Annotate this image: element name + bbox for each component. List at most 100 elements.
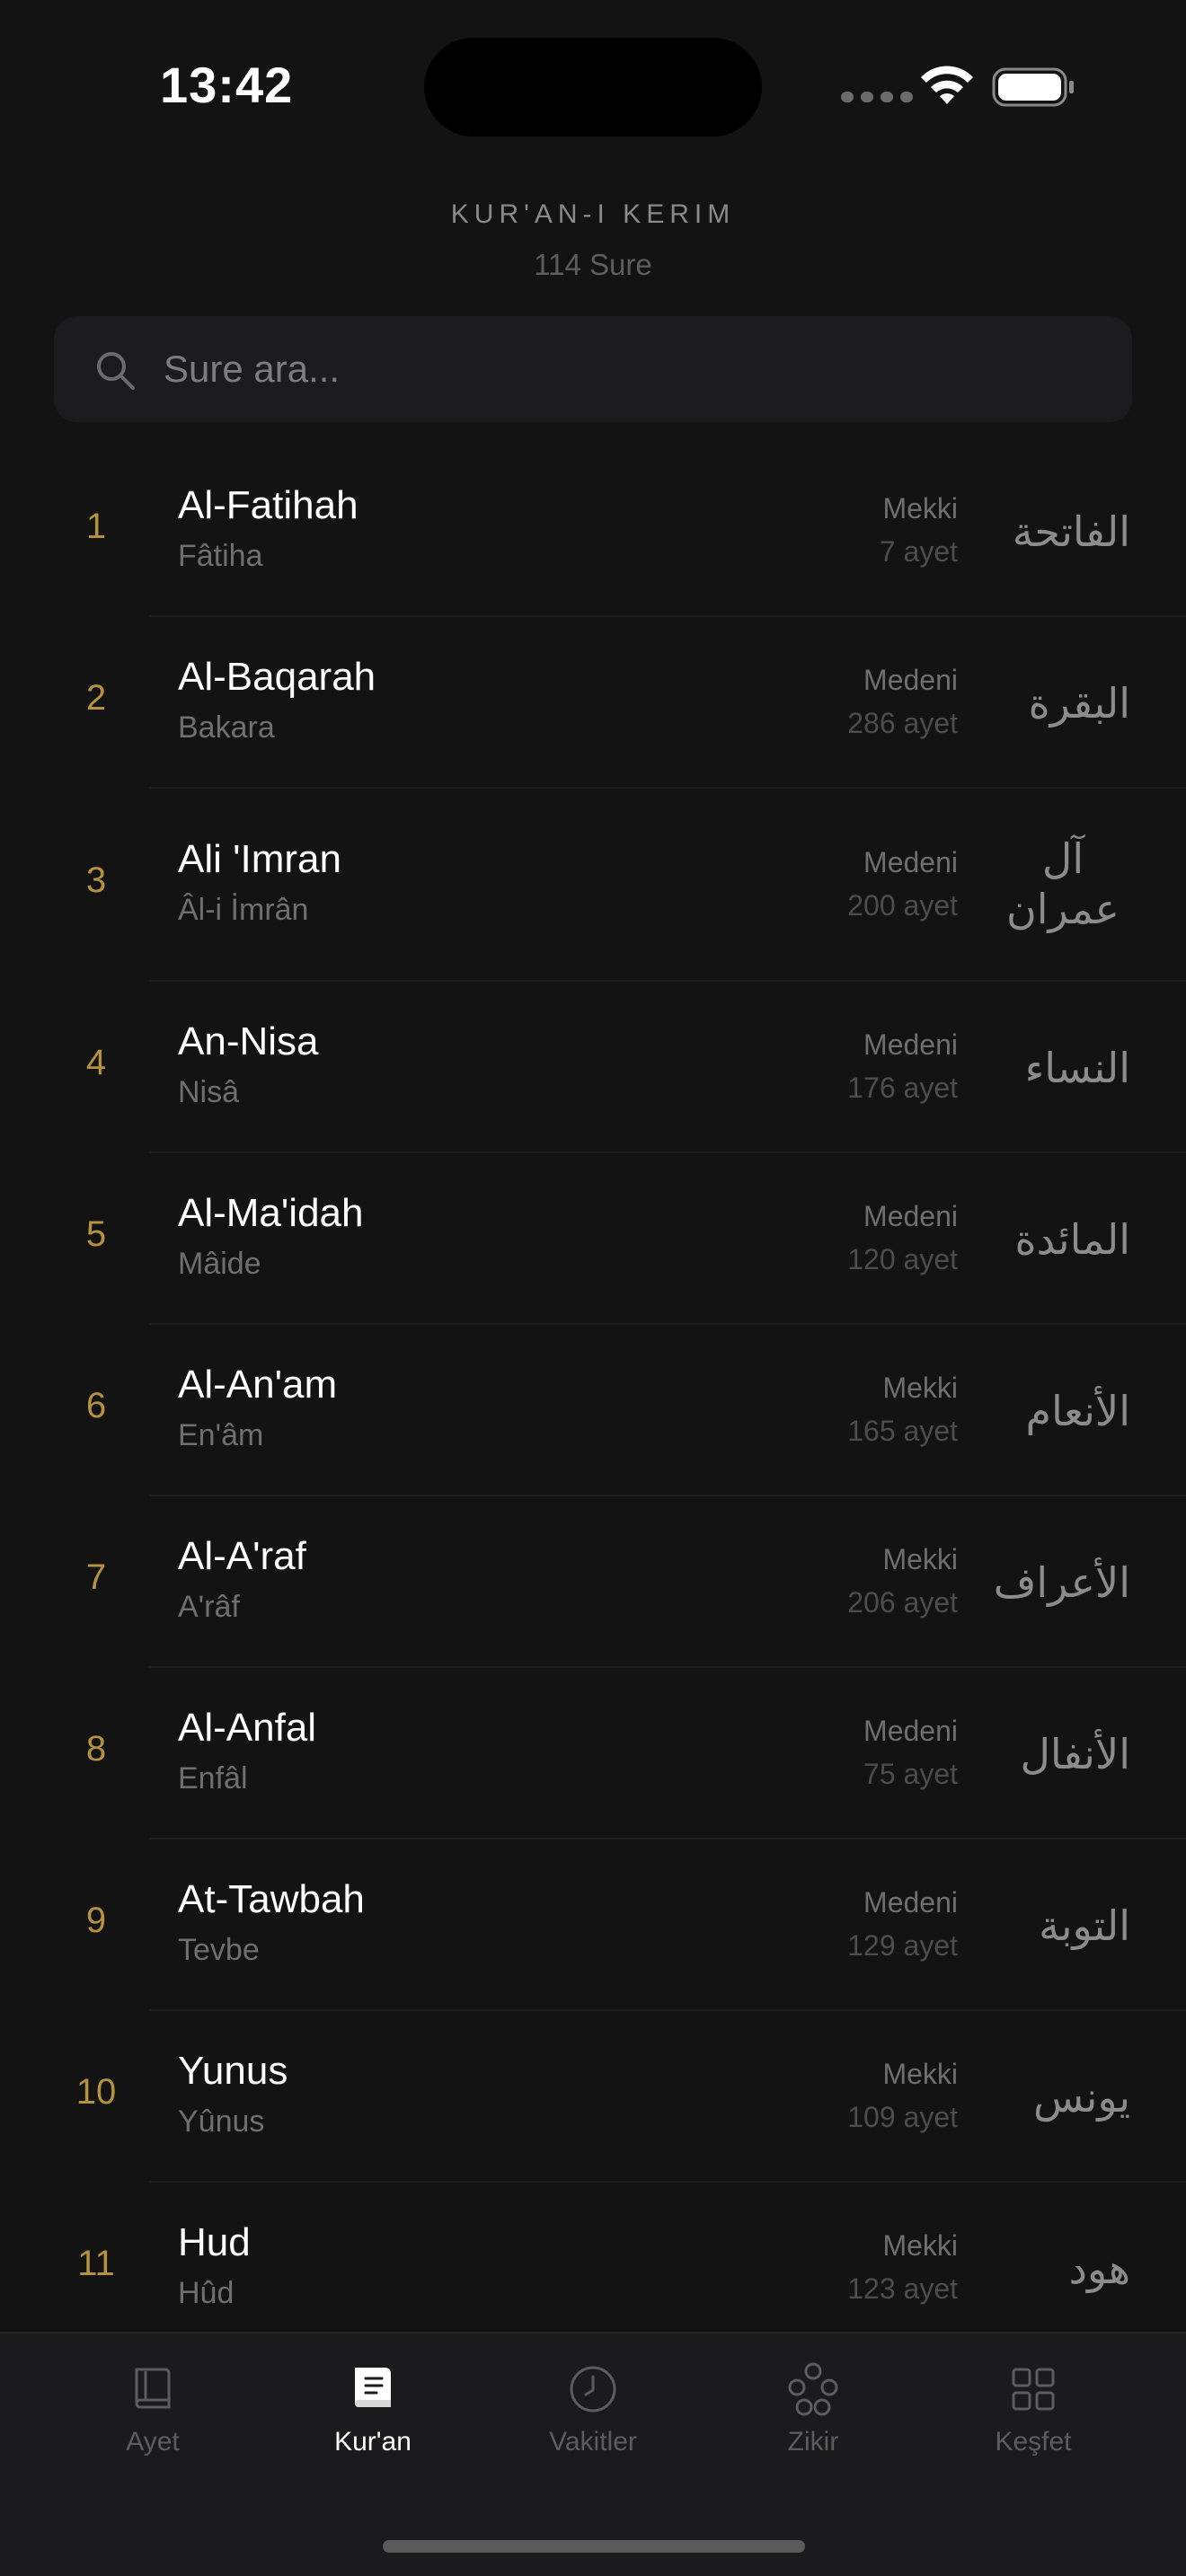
surah-verse-count: 123 ayet [847,2272,958,2305]
tab-label: Vakitler [549,2427,637,2457]
surah-name: Al-A'raf [178,1534,306,1578]
surah-row[interactable]: 2 Al-Baqarah Bakara Medeni 286 ayet البق… [0,617,1186,789]
surah-number: 1 [85,507,107,546]
tab-label: Ayet [126,2427,180,2457]
status-time: 13:42 [160,57,294,113]
cellular-signal-icon [841,92,913,102]
surah-number: 6 [85,1386,107,1425]
surah-revelation-type: Medeni [863,846,958,878]
grid-icon [1012,2368,1055,2411]
surah-turkish-name: A'râf [178,1590,240,1624]
surah-name: Hud [178,2220,251,2264]
surah-row[interactable]: 3 Ali 'Imran Âl-i İmrân Medeni 200 ayet … [0,789,1186,982]
surah-arabic-name: البقرة [1028,679,1130,728]
surah-revelation-type: Mekki [882,1543,958,1575]
page-header: KUR'AN-I KERIM 114 Sure [0,199,1186,282]
surah-verse-count: 129 ayet [847,1929,958,1962]
tab-label: Kur'an [334,2427,412,2457]
surah-verse-count: 286 ayet [847,707,958,739]
beads-icon [788,2362,838,2416]
surah-arabic-name: النساء [1024,1044,1130,1092]
surah-row[interactable]: 6 Al-An'am En'âm Mekki 165 ayet الأنعام [0,1325,1186,1496]
surah-name: Ali 'Imran [178,837,341,881]
search-input[interactable] [164,316,1098,422]
surah-revelation-type: Medeni [863,1028,958,1061]
search-bar[interactable] [54,316,1132,422]
surah-number: 9 [85,1901,107,1940]
surah-number: 4 [85,1043,107,1082]
surah-arabic-name: الأعراف [993,1558,1130,1607]
surah-revelation-type: Mekki [882,2058,958,2090]
tab-kesfet[interactable]: Keşfet [934,2360,1132,2457]
surah-arabic-name: الأنفال [1020,1730,1130,1778]
surah-verse-count: 109 ayet [847,2101,958,2133]
surah-number: 2 [85,678,107,718]
home-indicator[interactable] [383,2540,805,2553]
surah-turkish-name: Enfâl [178,1761,248,1795]
status-bar: 13:42 [0,0,1186,171]
surah-revelation-type: Mekki [882,1372,958,1404]
surah-number: 3 [85,860,107,900]
surah-row[interactable]: 4 An-Nisa Nisâ Medeni 176 ayet النساء [0,982,1186,1153]
surah-verse-count: 200 ayet [847,889,958,922]
surah-arabic-name: الأنعام [1025,1387,1130,1435]
surah-number: 7 [85,1557,107,1597]
surah-verse-count: 75 ayet [863,1758,958,1790]
surah-name: Al-Fatihah [178,483,358,527]
surah-arabic-name: الفاتحة [1012,507,1130,556]
page-title: KUR'AN-I KERIM [450,199,736,229]
surah-number: 8 [85,1729,107,1769]
surah-name: An-Nisa [178,1019,319,1063]
book-icon [135,2368,171,2409]
surah-verse-count: 7 ayet [879,535,958,568]
surah-name: Yunus [178,2049,288,2093]
surah-list[interactable]: 1 Al-Fatihah Fâtiha Mekki 7 ayet الفاتحة… [0,446,1186,2332]
surah-name: Al-Ma'idah [178,1191,364,1235]
surah-turkish-name: Hûd [178,2276,235,2310]
surah-revelation-type: Mekki [882,492,958,525]
surah-turkish-name: En'âm [178,1418,264,1452]
surah-turkish-name: Bakara [178,710,275,745]
surah-verse-count: 206 ayet [847,1586,958,1619]
surah-arabic-name: التوبة [1039,1901,1130,1950]
surah-turkish-name: Mâide [178,1247,261,1281]
surah-revelation-type: Medeni [863,1200,958,1232]
surah-row[interactable]: 11 Hud Hûd Mekki 123 ayet هود [0,2183,1186,2332]
surah-count: 114 Sure [534,248,652,281]
surah-name: Al-Anfal [178,1706,317,1750]
surah-arabic-name: هود [1068,2245,1130,2293]
surah-row[interactable]: 1 Al-Fatihah Fâtiha Mekki 7 ayet الفاتحة [0,446,1186,617]
surah-row[interactable]: 7 Al-A'raf A'râf Mekki 206 ayet الأعراف [0,1496,1186,1668]
surah-arabic-name: آل عمران [1006,834,1120,933]
surah-turkish-name: Âl-i İmrân [178,893,309,927]
surah-name: Al-An'am [178,1363,338,1407]
clock-icon [570,2366,616,2413]
surah-row[interactable]: 5 Al-Ma'idah Mâide Medeni 120 ayet المائ… [0,1153,1186,1325]
surah-number: 5 [85,1214,107,1254]
surah-arabic-name: المائدة [1014,1215,1130,1264]
surah-revelation-type: Medeni [863,664,958,696]
tab-label: Keşfet [995,2427,1072,2457]
tab-kuran[interactable]: Kur'an [274,2360,472,2457]
surah-turkish-name: Fâtiha [178,539,263,573]
dynamic-island [424,38,762,137]
wifi-icon [921,66,973,104]
surah-revelation-type: Medeni [863,1715,958,1747]
quran-icon [355,2368,391,2407]
surah-revelation-type: Medeni [863,1886,958,1919]
tab-ayet[interactable]: Ayet [54,2360,252,2457]
surah-row[interactable]: 10 Yunus Yûnus Mekki 109 ayet يونس [0,2011,1186,2183]
tab-label: Zikir [787,2427,839,2457]
surah-name: At-Tawbah [178,1877,365,1921]
surah-row[interactable]: 9 At-Tawbah Tevbe Medeni 129 ayet التوبة [0,1839,1186,2011]
surah-verse-count: 120 ayet [847,1243,958,1275]
surah-revelation-type: Mekki [882,2229,958,2262]
search-icon [97,352,135,390]
surah-row[interactable]: 8 Al-Anfal Enfâl Medeni 75 ayet الأنفال [0,1668,1186,1839]
tab-vakitler[interactable]: Vakitler [494,2360,692,2457]
surah-number: 11 [77,2244,115,2283]
surah-arabic-name: يونس [1032,2073,1130,2122]
tab-zikir[interactable]: Zikir [714,2360,912,2457]
surah-verse-count: 176 ayet [847,1072,958,1104]
surah-turkish-name: Yûnus [178,2104,265,2139]
